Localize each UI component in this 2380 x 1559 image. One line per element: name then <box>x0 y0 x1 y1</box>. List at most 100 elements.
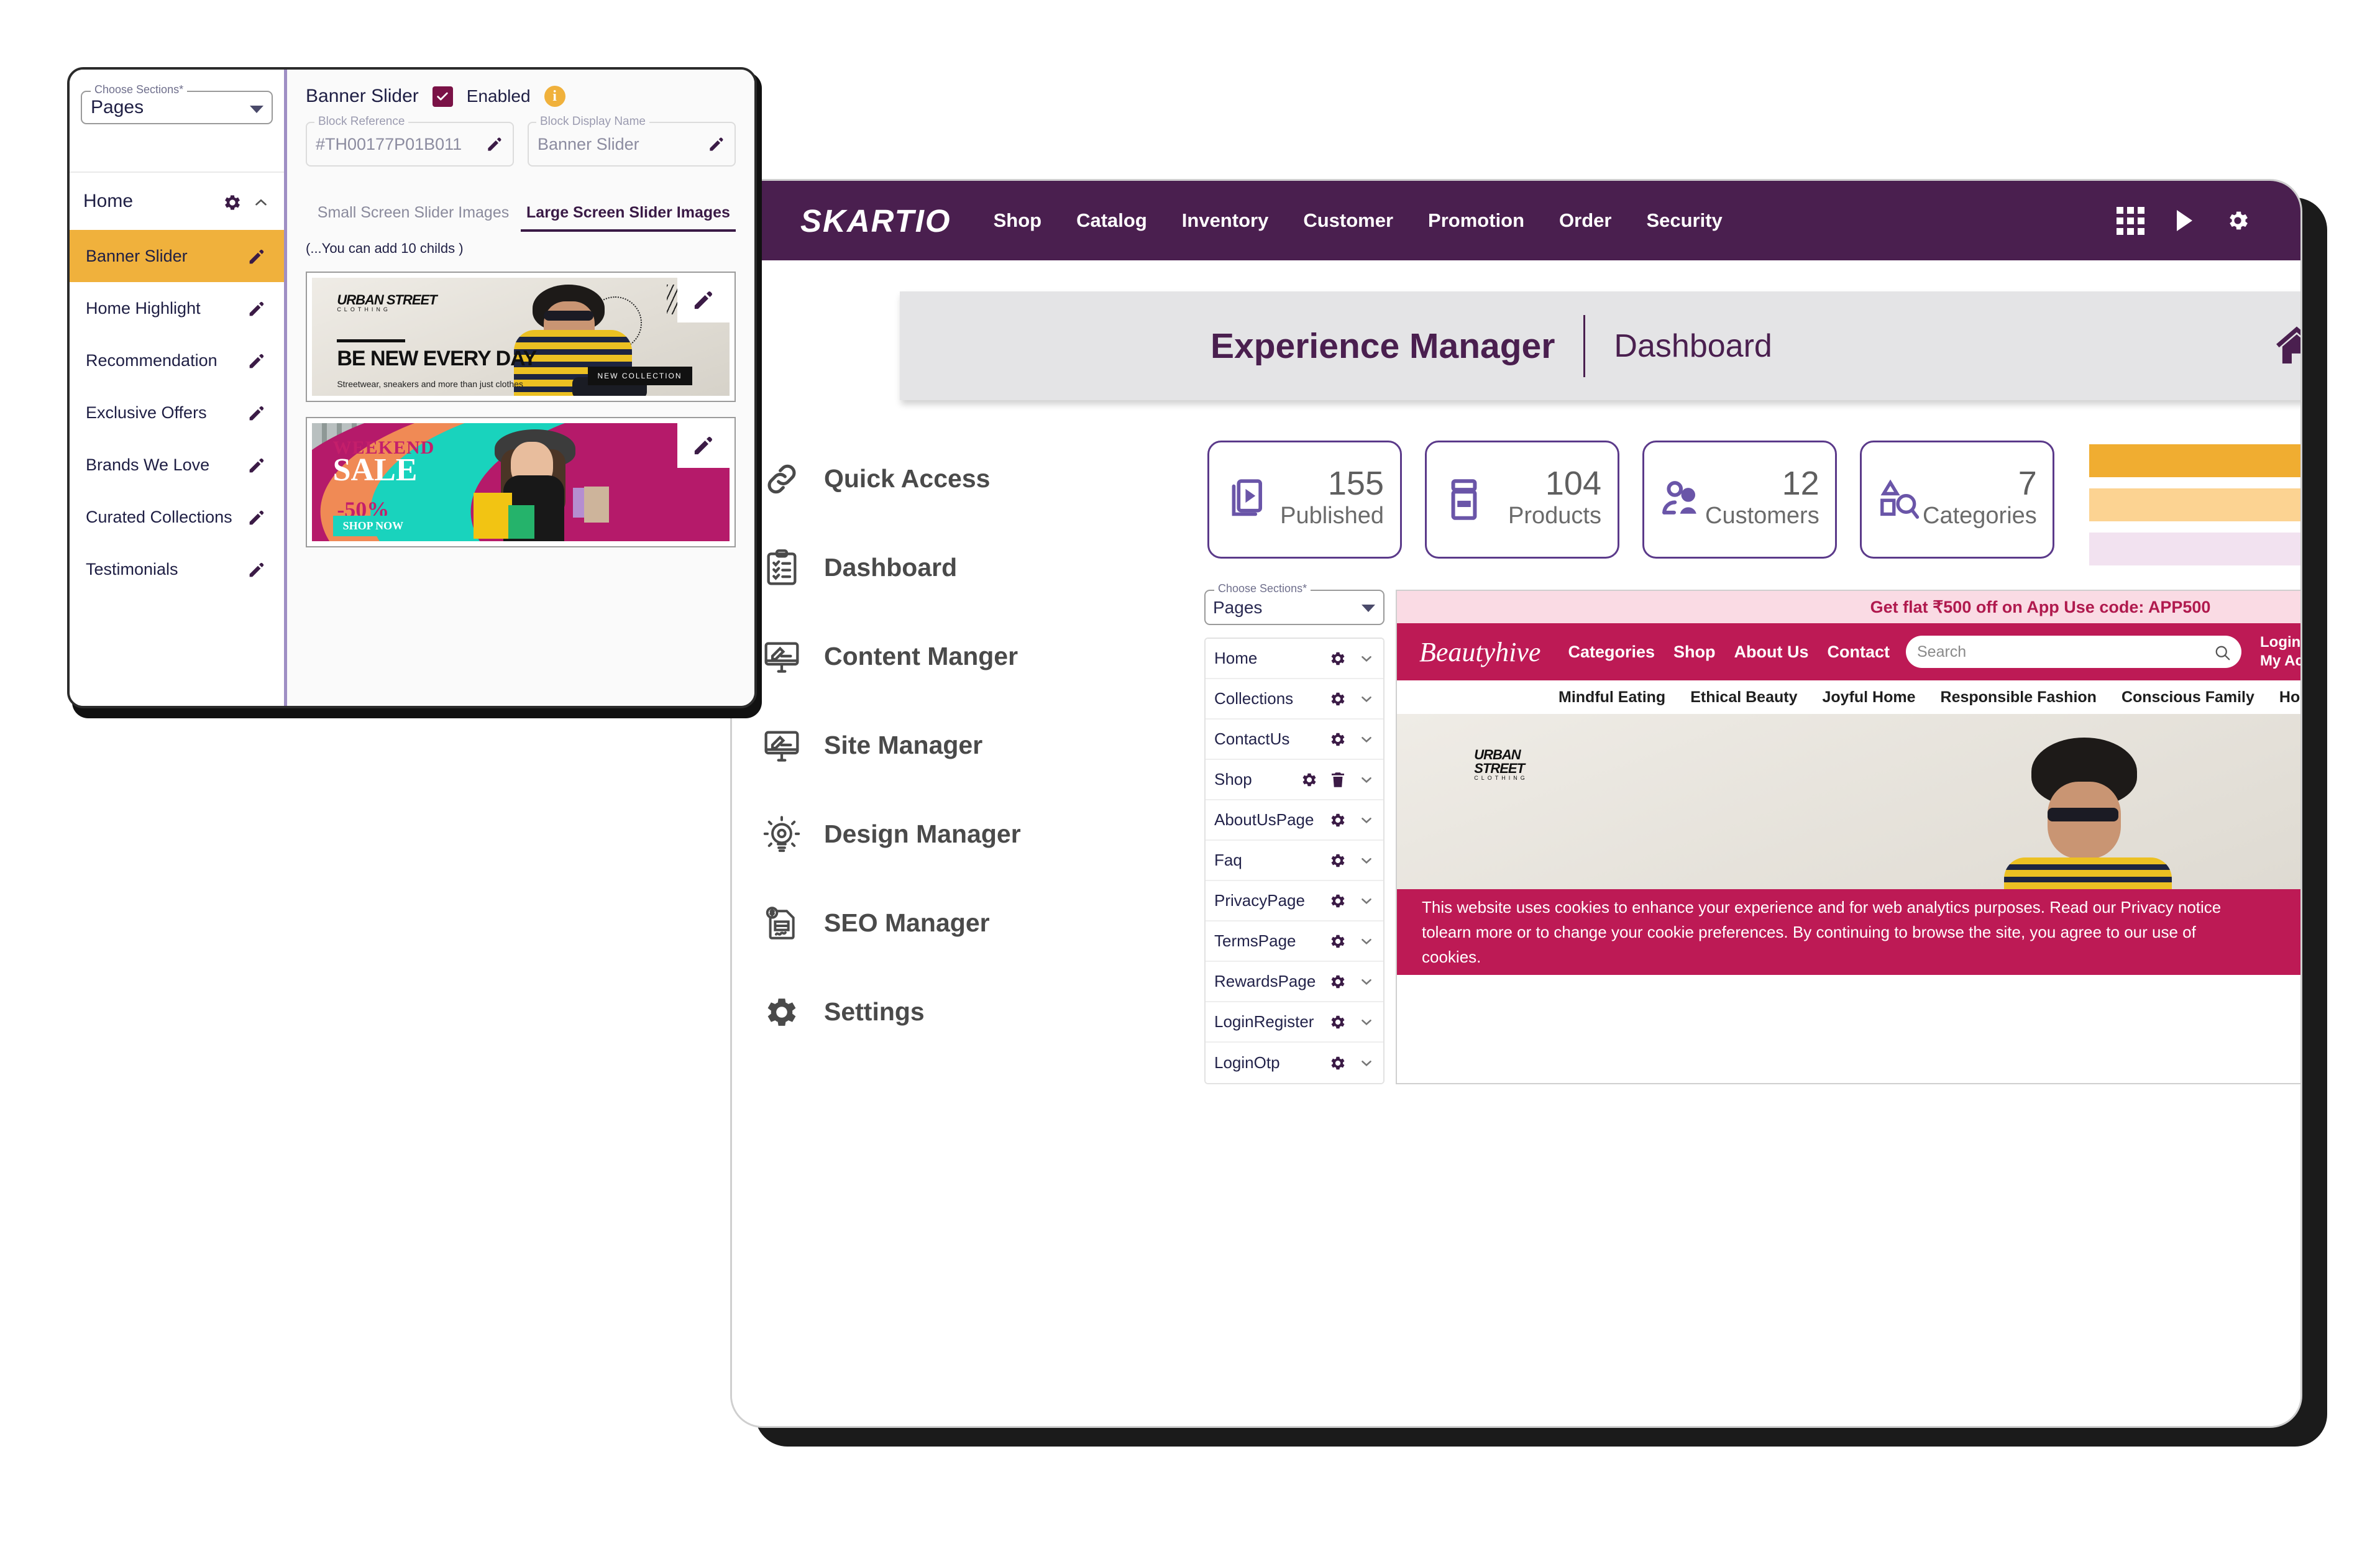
gear-icon[interactable] <box>1300 770 1319 789</box>
pencil-icon[interactable] <box>247 299 265 318</box>
gear-icon[interactable] <box>1329 1054 1347 1072</box>
slider-image-card[interactable]: WEEKEND SALE -50% SHOP NOW <box>306 417 736 547</box>
category-ethical-beauty[interactable]: Ethical Beauty <box>1690 688 1797 706</box>
editor-choose-sections-select[interactable]: Choose Sections* Pages <box>81 83 273 124</box>
chevron-down-icon[interactable] <box>1358 772 1375 788</box>
page-row[interactable]: PrivacyPage <box>1206 881 1383 921</box>
stat-card-published[interactable]: 155 Published <box>1207 441 1402 559</box>
page-row[interactable]: ContactUs <box>1206 720 1383 760</box>
chevron-down-icon[interactable] <box>1358 691 1375 707</box>
gear-icon[interactable] <box>1329 1013 1347 1031</box>
gear-icon[interactable] <box>1329 649 1347 668</box>
stat-card-categories[interactable]: 7 Categories <box>1860 441 2054 559</box>
gear-icon[interactable] <box>1329 851 1347 870</box>
grid-apps-icon[interactable] <box>2117 206 2144 235</box>
gear-icon[interactable] <box>222 192 240 211</box>
nav-link-order[interactable]: Order <box>1559 209 1611 232</box>
stat-card-customers[interactable]: 12 Customers <box>1642 441 1837 559</box>
my-account-link[interactable]: My Account <box>2260 652 2300 669</box>
sidebar-item-content-manager[interactable]: Content Manger <box>732 612 1186 701</box>
search-icon[interactable] <box>2213 643 2231 662</box>
account-links[interactable]: Login/Signup My Account <box>2260 633 2300 670</box>
delete-icon[interactable] <box>1329 770 1347 789</box>
page-row[interactable]: TermsPage <box>1206 921 1383 962</box>
pencil-icon[interactable] <box>247 508 265 526</box>
gear-icon[interactable] <box>1329 892 1347 910</box>
section-item-exclusive-offers[interactable]: Exclusive Offers <box>70 386 284 439</box>
sidebar-item-design-manager[interactable]: Design Manager <box>732 790 1186 879</box>
category-responsible-fashion[interactable]: Responsible Fashion <box>1941 688 2097 706</box>
pencil-icon[interactable] <box>247 455 265 474</box>
nav-link-security[interactable]: Security <box>1646 209 1722 232</box>
block-display-name-field[interactable]: Block Display Name Banner Slider <box>528 115 736 167</box>
tab-small-screen-slider-images[interactable]: Small Screen Slider Images <box>306 204 521 232</box>
section-item-recommendation[interactable]: Recommendation <box>70 334 284 386</box>
category-mindful-eating[interactable]: Mindful Eating <box>1558 688 1665 706</box>
page-row[interactable]: Home <box>1206 639 1383 679</box>
chevron-down-icon[interactable] <box>1358 1014 1375 1030</box>
sidebar-item-quick-access[interactable]: Quick Access <box>732 434 1186 523</box>
stat-card-products[interactable]: 104 Products <box>1425 441 1619 559</box>
page-row[interactable]: Collections <box>1206 679 1383 720</box>
nav-link-shop[interactable]: Shop <box>994 209 1042 232</box>
page-row[interactable]: RewardsPage <box>1206 962 1383 1002</box>
nav-link-catalog[interactable]: Catalog <box>1076 209 1147 232</box>
section-item-curated-collections[interactable]: Curated Collections <box>70 491 284 543</box>
chevron-down-icon[interactable] <box>1358 853 1375 869</box>
slider-image-card[interactable]: URBAN STREET CLOTHING BE NEW EVERY DAY S… <box>306 272 736 402</box>
home-icon[interactable] <box>2271 320 2300 372</box>
category-joyful-home[interactable]: Joyful Home <box>1822 688 1915 706</box>
chevron-down-icon[interactable] <box>1358 974 1375 990</box>
chevron-down-icon[interactable] <box>1358 1055 1375 1071</box>
sidebar-item-dashboard[interactable]: Dashboard <box>732 523 1186 612</box>
enabled-checkbox[interactable] <box>432 86 453 107</box>
pencil-icon[interactable] <box>247 403 265 422</box>
store-search-input[interactable]: Search <box>1906 636 2241 668</box>
chevron-down-icon[interactable] <box>1358 731 1375 747</box>
gear-icon[interactable] <box>1329 690 1347 708</box>
section-item-home-highlight[interactable]: Home Highlight <box>70 282 284 334</box>
store-nav-categories[interactable]: Categories <box>1568 642 1655 662</box>
chevron-up-icon[interactable] <box>252 193 268 209</box>
gear-icon[interactable] <box>1329 811 1347 830</box>
pencil-icon[interactable] <box>247 560 265 578</box>
block-reference-field[interactable]: Block Reference #TH00177P01B011 <box>306 115 514 167</box>
store-nav-about-us[interactable]: About Us <box>1734 642 1809 662</box>
tab-large-screen-slider-images[interactable]: Large Screen Slider Images <box>521 204 736 232</box>
page-row[interactable]: AboutUsPage <box>1206 800 1383 841</box>
section-item-banner-slider[interactable]: Banner Slider <box>70 230 284 282</box>
section-item-brands-we-love[interactable]: Brands We Love <box>70 439 284 491</box>
page-row[interactable]: Shop <box>1206 760 1383 800</box>
chevron-down-icon[interactable] <box>1358 651 1375 667</box>
nav-link-promotion[interactable]: Promotion <box>1428 209 1524 232</box>
slide-cta-button[interactable]: NEW COLLECTION <box>587 366 692 385</box>
sidebar-item-site-manager[interactable]: Site Manager <box>732 701 1186 790</box>
edit-slide-button[interactable] <box>677 278 730 322</box>
choose-sections-select[interactable]: Choose Sections* Pages <box>1204 582 1385 625</box>
sidebar-item-settings[interactable]: Settings <box>732 967 1186 1056</box>
chevron-down-icon[interactable] <box>1362 605 1375 612</box>
chevron-down-icon[interactable] <box>1358 933 1375 949</box>
gear-icon[interactable] <box>1329 972 1347 991</box>
chevron-down-icon[interactable] <box>1358 893 1375 909</box>
app-logo[interactable]: SKARTIO <box>800 203 951 239</box>
store-logo[interactable]: Beautyhive <box>1419 636 1540 668</box>
slide-cta-button[interactable]: SHOP NOW <box>332 516 414 537</box>
edit-slide-button[interactable] <box>677 423 730 468</box>
store-nav-contact[interactable]: Contact <box>1828 642 1890 662</box>
store-nav-shop[interactable]: Shop <box>1673 642 1716 662</box>
chevron-down-icon[interactable] <box>1358 812 1375 828</box>
nav-link-customer[interactable]: Customer <box>1303 209 1393 232</box>
section-group-home[interactable]: Home <box>70 173 284 230</box>
category-holistic-wellness[interactable]: Holistic Wellness <box>2279 688 2300 706</box>
info-icon[interactable]: i <box>544 86 565 107</box>
pencil-icon[interactable] <box>707 135 726 153</box>
page-row[interactable]: LoginOtp <box>1206 1043 1383 1083</box>
pencil-icon[interactable] <box>247 351 265 370</box>
pencil-icon[interactable] <box>485 135 504 153</box>
section-item-testimonials[interactable]: Testimonials <box>70 543 284 595</box>
play-icon[interactable] <box>2177 210 2192 231</box>
nav-link-inventory[interactable]: Inventory <box>1182 209 1269 232</box>
page-row[interactable]: LoginRegister <box>1206 1002 1383 1043</box>
chevron-down-icon[interactable] <box>250 106 263 113</box>
